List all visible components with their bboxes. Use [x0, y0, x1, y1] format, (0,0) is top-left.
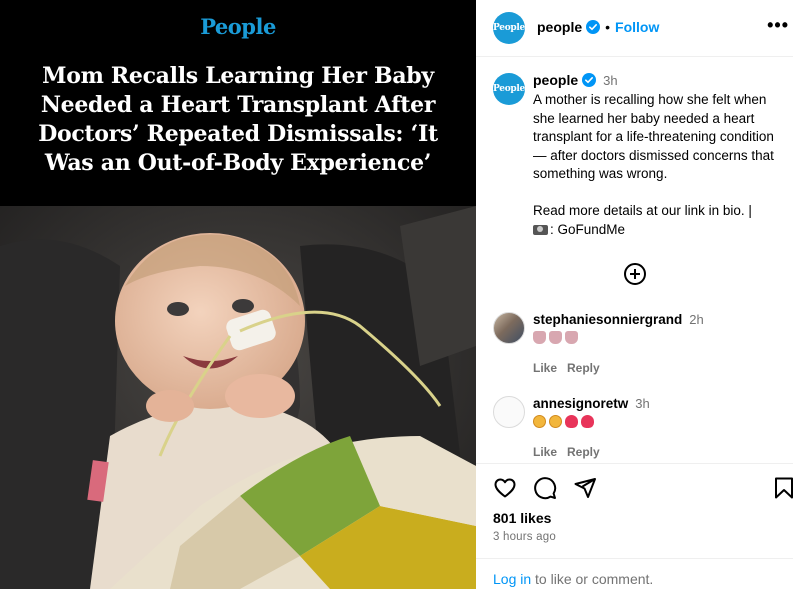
comment-like-button[interactable]: Like — [533, 445, 557, 459]
heart-icon[interactable] — [493, 476, 517, 500]
commenter-avatar[interactable] — [493, 396, 525, 428]
comment-time: 2h — [689, 312, 704, 327]
post-media[interactable]: People Mom Recalls Learning Her Baby Nee… — [0, 0, 476, 589]
commenter-username[interactable]: stephaniesonniergrand — [533, 312, 682, 327]
commenter-username[interactable]: annesignoretw — [533, 396, 628, 411]
headline-banner: People Mom Recalls Learning Her Baby Nee… — [0, 0, 476, 206]
caption-time[interactable]: 3h — [603, 73, 617, 88]
login-suffix: to like or comment. — [531, 571, 654, 587]
caption-username[interactable]: people — [533, 72, 578, 88]
verified-badge-icon — [582, 73, 597, 87]
separator-dot: • — [605, 19, 611, 35]
comment-actions: Like Reply — [533, 445, 600, 459]
folded-hands-icon — [549, 331, 562, 344]
camera-icon — [533, 224, 548, 235]
load-more-comments-icon[interactable] — [624, 263, 646, 285]
likes-count[interactable]: 801 likes — [493, 510, 551, 526]
comment-like-button[interactable]: Like — [533, 361, 557, 375]
caption-header: people 3h — [533, 72, 618, 88]
brand-logo: People — [200, 14, 276, 39]
comments-section[interactable]: People people 3h A mother is recalling h… — [476, 58, 793, 463]
comment-time: 3h — [635, 396, 650, 411]
comment-icon[interactable] — [533, 476, 557, 500]
profile-avatar[interactable]: People — [493, 12, 525, 44]
photo-credit: : GoFundMe — [550, 221, 626, 237]
bookmark-icon[interactable] — [772, 476, 793, 500]
caption-body: A mother is recalling how she felt when … — [533, 92, 774, 218]
post-header: People people • Follow ••• — [476, 0, 793, 57]
headline-text: Mom Recalls Learning Her Baby Needed a H… — [38, 63, 438, 176]
red-heart-icon — [581, 415, 594, 428]
author-row: people • Follow — [537, 19, 659, 35]
caption-avatar[interactable]: People — [493, 73, 525, 105]
more-options-icon[interactable]: ••• — [767, 16, 789, 34]
comment-actions: Like Reply — [533, 361, 600, 375]
comment-text — [533, 331, 578, 344]
baby-photo — [0, 206, 476, 589]
commenter-avatar[interactable] — [493, 312, 525, 344]
folded-hands-icon — [533, 331, 546, 344]
comment-reply-button[interactable]: Reply — [567, 445, 600, 459]
post-actions: 801 likes 3 hours ago Log in to like or … — [476, 463, 793, 589]
post-timestamp[interactable]: 3 hours ago — [493, 531, 556, 543]
comment-reply-button[interactable]: Reply — [567, 361, 600, 375]
login-prompt: Log in to like or comment. — [476, 558, 793, 589]
post-sidebar: People people • Follow ••• People people… — [476, 0, 793, 589]
red-heart-icon — [565, 415, 578, 428]
author-username[interactable]: people — [537, 19, 582, 35]
pleading-face-icon — [549, 415, 562, 428]
comment-header: annesignoretw 3h — [533, 396, 650, 411]
pleading-face-icon — [533, 415, 546, 428]
comment-text — [533, 415, 594, 428]
login-link[interactable]: Log in — [493, 571, 531, 587]
caption-text: A mother is recalling how she felt when … — [533, 91, 783, 239]
share-icon[interactable] — [573, 476, 597, 500]
folded-hands-icon — [565, 331, 578, 344]
comment-header: stephaniesonniergrand 2h — [533, 312, 704, 327]
verified-badge-icon — [586, 20, 601, 34]
follow-button[interactable]: Follow — [615, 19, 659, 35]
